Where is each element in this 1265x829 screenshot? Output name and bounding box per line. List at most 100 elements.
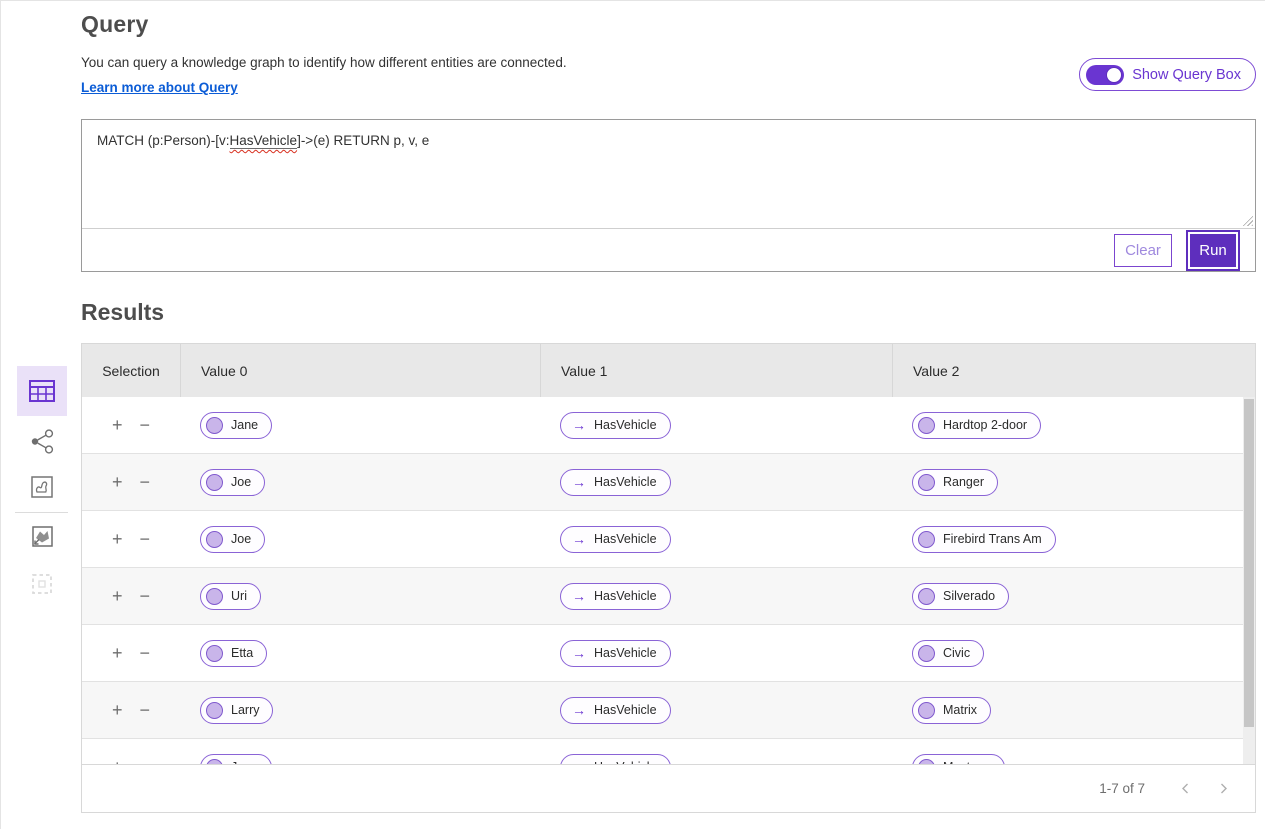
remove-from-selection-button[interactable]: − bbox=[140, 416, 151, 434]
textarea-resize-handle[interactable] bbox=[1240, 213, 1253, 226]
table-row: + − Jane → HasVehicle Mustang bbox=[82, 739, 1245, 764]
value0-cell: Etta bbox=[180, 640, 540, 667]
column-header-value2: Value 2 bbox=[892, 344, 1255, 397]
remove-from-selection-button[interactable]: − bbox=[140, 758, 151, 764]
toggle-switch-icon[interactable] bbox=[1086, 65, 1124, 85]
table-row: + − Uri → HasVehicle Silverado bbox=[82, 568, 1245, 625]
add-to-selection-button[interactable]: + bbox=[112, 701, 123, 719]
clear-button[interactable]: Clear bbox=[1114, 234, 1172, 267]
add-to-selection-button[interactable]: + bbox=[112, 758, 123, 764]
link-chart-view-button[interactable] bbox=[28, 427, 56, 455]
entity-node-icon bbox=[918, 645, 935, 662]
rel-pill[interactable]: → HasVehicle bbox=[560, 640, 671, 667]
entity-pill-v0[interactable]: Larry bbox=[200, 697, 273, 724]
entity-pill-v0[interactable]: Jane bbox=[200, 412, 272, 439]
rel-pill[interactable]: → HasVehicle bbox=[560, 526, 671, 553]
query-editor[interactable]: MATCH (p:Person)-[v:HasVehicle]->(e) RET… bbox=[82, 120, 1255, 228]
table-scrollbar[interactable] bbox=[1243, 397, 1255, 764]
query-text-after: ]->(e) RETURN p, v, e bbox=[297, 133, 429, 148]
query-box: MATCH (p:Person)-[v:HasVehicle]->(e) RET… bbox=[81, 119, 1256, 272]
selection-cell: + − bbox=[82, 587, 180, 605]
entity-pill-v2[interactable]: Firebird Trans Am bbox=[912, 526, 1056, 553]
rel-pill[interactable]: → HasVehicle bbox=[560, 469, 671, 496]
relationship-arrow-icon: → bbox=[572, 532, 586, 546]
value0-cell: Jane bbox=[180, 754, 540, 765]
add-to-selection-button[interactable]: + bbox=[112, 473, 123, 491]
entity-node-icon bbox=[918, 588, 935, 605]
entity-pill-v2[interactable]: Mustang bbox=[912, 754, 1005, 765]
entity-node-icon bbox=[206, 702, 223, 719]
value2-cell: Silverado bbox=[892, 583, 1245, 610]
scrollbar-thumb[interactable] bbox=[1244, 399, 1254, 727]
show-query-box-toggle[interactable]: Show Query Box bbox=[1079, 58, 1256, 91]
new-link-chart-button-disabled bbox=[31, 573, 53, 595]
add-to-selection-button[interactable]: + bbox=[112, 587, 123, 605]
value2-cell: Firebird Trans Am bbox=[892, 526, 1245, 553]
entity-pill-v0[interactable]: Etta bbox=[200, 640, 267, 667]
toggle-knob bbox=[1106, 67, 1122, 83]
remove-from-selection-button[interactable]: − bbox=[140, 587, 151, 605]
pagination-prev-button[interactable] bbox=[1173, 777, 1197, 801]
entity-pill-v2[interactable]: Silverado bbox=[912, 583, 1009, 610]
entity-pill-v0[interactable]: Uri bbox=[200, 583, 261, 610]
value0-cell: Jane bbox=[180, 412, 540, 439]
link-chart-view-icon bbox=[29, 428, 56, 455]
entity-pill-v2[interactable]: Ranger bbox=[912, 469, 998, 496]
value0-cell: Larry bbox=[180, 697, 540, 724]
entity-pill-v0[interactable]: Jane bbox=[200, 754, 272, 765]
learn-more-link[interactable]: Learn more about Query bbox=[81, 80, 238, 95]
value1-cell: → HasVehicle bbox=[540, 640, 892, 667]
value1-cell: → HasVehicle bbox=[540, 469, 892, 496]
add-to-selection-button[interactable]: + bbox=[112, 416, 123, 434]
entity-node-icon bbox=[918, 417, 935, 434]
table-view-button[interactable] bbox=[17, 366, 67, 416]
table-footer: 1-7 of 7 bbox=[82, 764, 1255, 812]
value2-cell: Ranger bbox=[892, 469, 1245, 496]
entity-node-icon bbox=[206, 417, 223, 434]
query-text-before: MATCH (p:Person)-[v: bbox=[97, 133, 230, 148]
remove-from-selection-button[interactable]: − bbox=[140, 644, 151, 662]
rel-pill[interactable]: → HasVehicle bbox=[560, 583, 671, 610]
map-view-icon bbox=[31, 476, 53, 498]
pagination-next-button[interactable] bbox=[1211, 777, 1235, 801]
selection-cell: + − bbox=[82, 758, 180, 764]
query-text-flagged: HasVehicle bbox=[230, 133, 298, 149]
chevron-right-icon bbox=[1217, 782, 1230, 795]
remove-from-selection-button[interactable]: − bbox=[140, 701, 151, 719]
entity-pill-v0[interactable]: Joe bbox=[200, 469, 265, 496]
chevron-left-icon bbox=[1179, 782, 1192, 795]
column-header-value1: Value 1 bbox=[540, 344, 892, 397]
remove-from-selection-button[interactable]: − bbox=[140, 473, 151, 491]
selection-cell: + − bbox=[82, 473, 180, 491]
value1-cell: → HasVehicle bbox=[540, 754, 892, 765]
remove-from-selection-button[interactable]: − bbox=[140, 530, 151, 548]
map-view-button[interactable] bbox=[31, 476, 53, 498]
table-body: + − Jane → HasVehicle Hardtop 2-door + − bbox=[82, 397, 1255, 764]
results-title: Results bbox=[81, 299, 164, 326]
table-row: + − Jane → HasVehicle Hardtop 2-door bbox=[82, 397, 1245, 454]
rel-pill[interactable]: → HasVehicle bbox=[560, 412, 671, 439]
pagination-range-label: 1-7 of 7 bbox=[1099, 781, 1145, 796]
new-map-button[interactable] bbox=[31, 525, 53, 547]
table-header: Selection Value 0 Value 1 Value 2 bbox=[82, 344, 1255, 397]
entity-node-icon bbox=[206, 759, 223, 765]
entity-pill-v2[interactable]: Civic bbox=[912, 640, 984, 667]
relationship-arrow-icon: → bbox=[572, 418, 586, 432]
selection-cell: + − bbox=[82, 530, 180, 548]
relationship-arrow-icon: → bbox=[572, 475, 586, 489]
entity-pill-v0[interactable]: Joe bbox=[200, 526, 265, 553]
rel-pill[interactable]: → HasVehicle bbox=[560, 697, 671, 724]
rel-pill[interactable]: → HasVehicle bbox=[560, 754, 671, 765]
value1-cell: → HasVehicle bbox=[540, 412, 892, 439]
run-button[interactable]: Run bbox=[1190, 234, 1236, 267]
value0-cell: Joe bbox=[180, 469, 540, 496]
add-to-selection-button[interactable]: + bbox=[112, 644, 123, 662]
entity-node-icon bbox=[918, 531, 935, 548]
add-to-selection-button[interactable]: + bbox=[112, 530, 123, 548]
entity-node-icon bbox=[918, 759, 935, 765]
entity-pill-v2[interactable]: Matrix bbox=[912, 697, 991, 724]
selection-cell: + − bbox=[82, 644, 180, 662]
entity-pill-v2[interactable]: Hardtop 2-door bbox=[912, 412, 1041, 439]
table-row: + − Etta → HasVehicle Civic bbox=[82, 625, 1245, 682]
table-row: + − Joe → HasVehicle Firebird Trans Am bbox=[82, 511, 1245, 568]
